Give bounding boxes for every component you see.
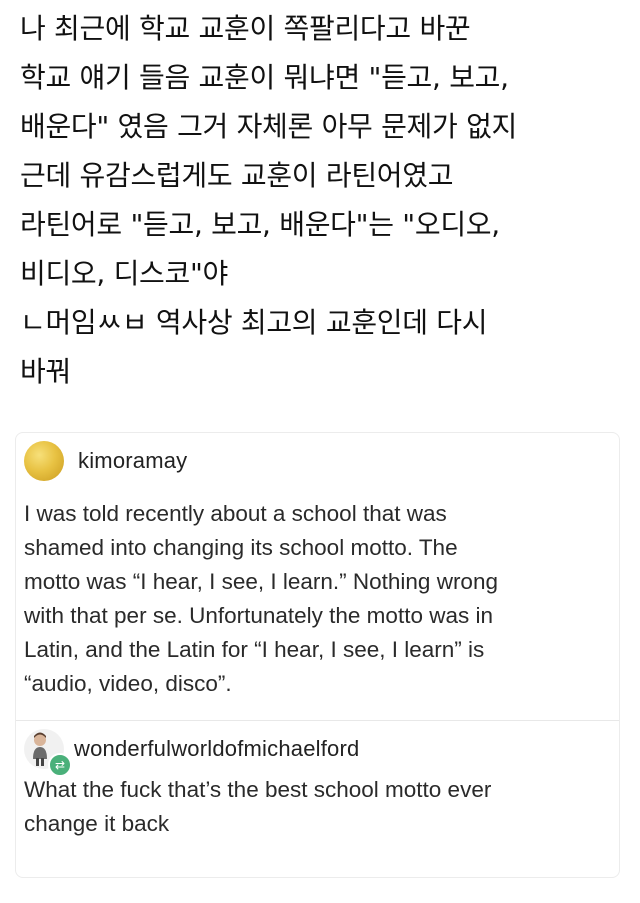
post-line: motto was “I hear, I see, I learn.” Noth… [24, 569, 498, 594]
person-avatar-icon[interactable]: ⇄ [24, 729, 72, 777]
post-line: with that per se. Unfortunately the mott… [24, 603, 493, 628]
post-body: I was told recently about a school that … [24, 497, 609, 701]
reblog-post: ⇄ wonderfulworldofmichaelford What the f… [16, 720, 619, 879]
caption-line: 바꿔 [20, 355, 71, 388]
post-body: What the fuck that’s the best school mot… [24, 773, 609, 841]
tumblr-post-card: kimoramay I was told recently about a sc… [15, 432, 620, 878]
caption-line: 학교 얘기 들음 교훈이 뭐냐면 "듣고, 보고, [20, 61, 509, 94]
post-line: shamed into changing its school motto. T… [24, 535, 458, 560]
post-line: I was told recently about a school that … [24, 501, 447, 526]
original-post: kimoramay I was told recently about a sc… [16, 433, 619, 720]
caption-line: ㄴ머임ㅆㅂ 역사상 최고의 교훈인데 다시 [20, 306, 488, 339]
post-header: ⇄ wonderfulworldofmichaelford [24, 727, 359, 777]
caption-line: 나 최근에 학교 교훈이 쪽팔리다고 바꾼 [20, 12, 471, 45]
username[interactable]: kimoramay [78, 448, 187, 474]
post-line: “audio, video, disco”. [24, 671, 232, 696]
post-header: kimoramay [24, 439, 187, 483]
caption-line: 라틴어로 "듣고, 보고, 배운다"는 "오디오, [20, 208, 500, 241]
caption-line: 배운다" 였음 그거 자체론 아무 문제가 없지 [20, 110, 518, 143]
username[interactable]: wonderfulworldofmichaelford [74, 736, 359, 762]
post-line: What the fuck that’s the best school mot… [24, 777, 492, 802]
korean-caption: 나 최근에 학교 교훈이 쪽팔리다고 바꾼 학교 얘기 들음 교훈이 뭐냐면 "… [20, 4, 630, 396]
post-line: change it back [24, 811, 170, 836]
caption-line: 근데 유감스럽게도 교훈이 라틴어였고 [20, 159, 454, 192]
lemon-avatar-icon[interactable] [24, 441, 64, 481]
post-line: Latin, and the Latin for “I hear, I see,… [24, 637, 485, 662]
caption-line: 비디오, 디스코"야 [20, 257, 229, 290]
